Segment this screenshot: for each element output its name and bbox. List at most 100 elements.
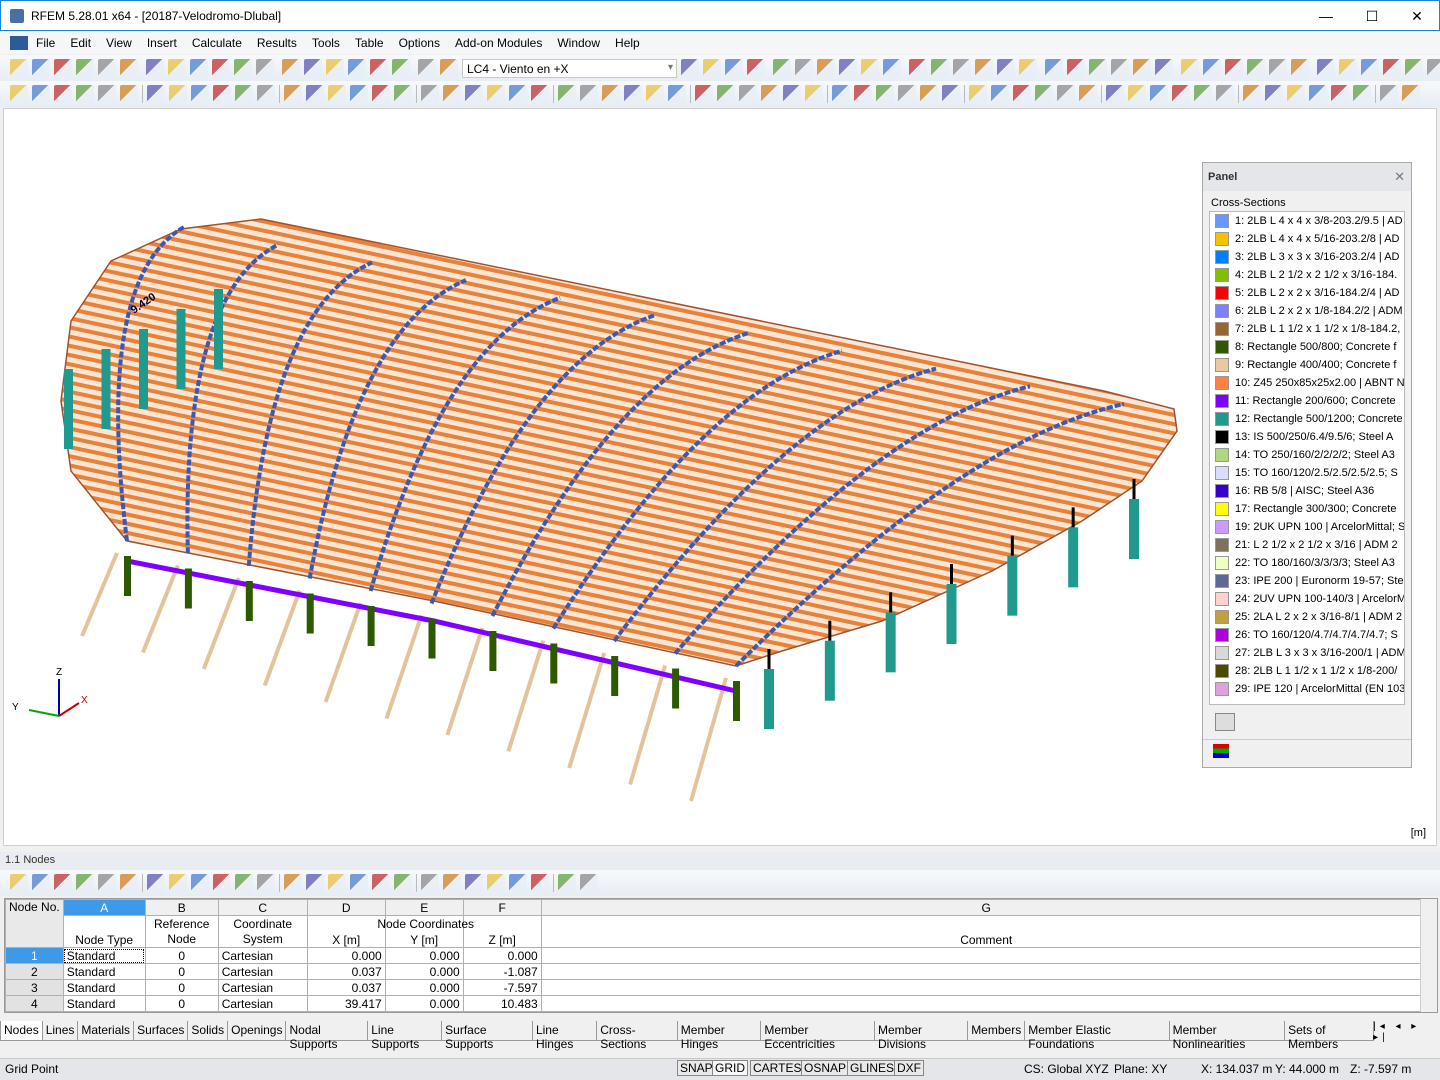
toolbar-button-icon[interactable] [213, 85, 231, 103]
toolbar-button-icon[interactable] [1309, 85, 1327, 103]
toolbar-button-icon[interactable] [1019, 59, 1037, 77]
toolbar-button-icon[interactable] [1291, 59, 1309, 77]
toolbar-button-icon[interactable] [602, 85, 620, 103]
column-letter-f[interactable]: F [463, 900, 541, 916]
node-type-cell[interactable]: Standard [63, 964, 145, 980]
menu-table[interactable]: Table [355, 36, 384, 50]
toolbar-button-icon[interactable] [328, 874, 346, 892]
toolbar-button-icon[interactable] [212, 59, 230, 77]
panel-close-button[interactable]: ✕ [1394, 169, 1405, 185]
toolbar-button-icon[interactable] [440, 59, 458, 77]
z-cell[interactable]: -1.087 [463, 964, 541, 980]
toolbar-button-icon[interactable] [783, 85, 801, 103]
comment-cell[interactable] [541, 964, 1431, 980]
tab-member-nonlinearities[interactable]: Member Nonlinearities [1169, 1021, 1285, 1041]
toolbar-button-icon[interactable] [695, 85, 713, 103]
toolbar-button-icon[interactable] [328, 85, 346, 103]
toolbar-button-icon[interactable] [795, 59, 813, 77]
toolbar-button-icon[interactable] [839, 59, 857, 77]
menu-tools[interactable]: Tools [312, 36, 340, 50]
toolbar-button-icon[interactable] [190, 59, 208, 77]
toolbar-button-icon[interactable] [1265, 85, 1283, 103]
coordinate-system-cell[interactable]: Cartesian [218, 996, 307, 1012]
row-number[interactable]: 3 [6, 980, 64, 996]
y-cell[interactable]: 0.000 [385, 948, 463, 964]
cross-section-item[interactable]: 25: 2LA L 2 x 2 x 3/16-8/1 | ADM 2 [1210, 608, 1404, 626]
toolbar-button-icon[interactable] [920, 85, 938, 103]
toolbar-button-icon[interactable] [1067, 59, 1085, 77]
toolbar-button-icon[interactable] [191, 85, 209, 103]
toolbar-button-icon[interactable] [854, 85, 872, 103]
toolbar-button-icon[interactable] [487, 874, 505, 892]
tab-member-hinges[interactable]: Member Hinges [677, 1021, 762, 1041]
toolbar-button-icon[interactable] [1269, 59, 1287, 77]
toolbar-button-icon[interactable] [668, 85, 686, 103]
toolbar-button-icon[interactable] [418, 59, 436, 77]
cross-section-item[interactable]: 1: 2LB L 4 x 4 x 3/8-203.2/9.5 | AD [1210, 212, 1404, 230]
cross-section-item[interactable]: 3: 2LB L 3 x 3 x 3/16-203.2/4 | AD [1210, 248, 1404, 266]
toolbar-button-icon[interactable] [394, 874, 412, 892]
tab-scroll-buttons[interactable]: |◂ ◂ ▸ ▸| [1373, 1021, 1436, 1041]
reference-node-cell[interactable]: 0 [145, 964, 218, 980]
toolbar-button-icon[interactable] [120, 874, 138, 892]
toolbar-button-icon[interactable] [1194, 85, 1212, 103]
toolbar-button-icon[interactable] [580, 85, 598, 103]
coordinate-system-cell[interactable]: Cartesian [218, 948, 307, 964]
tab-member-divisions[interactable]: Member Divisions [874, 1021, 968, 1041]
toolbar-button-icon[interactable] [370, 59, 388, 77]
toolbar-button-icon[interactable] [235, 874, 253, 892]
column-letter-b[interactable]: B [145, 900, 218, 916]
toolbar-button-icon[interactable] [1203, 59, 1221, 77]
comment-cell[interactable] [541, 980, 1431, 996]
toolbar-button-icon[interactable] [304, 59, 322, 77]
toolbar-button-icon[interactable] [1172, 85, 1190, 103]
tab-openings[interactable]: Openings [227, 1021, 286, 1041]
toolbar-button-icon[interactable] [372, 874, 390, 892]
coordinate-system-cell[interactable]: Cartesian [218, 980, 307, 996]
tab-member-eccentricities[interactable]: Member Eccentricities [760, 1021, 875, 1041]
y-cell[interactable]: 0.000 [385, 964, 463, 980]
menu-help[interactable]: Help [615, 36, 640, 50]
reference-node-cell[interactable]: 0 [145, 996, 218, 1012]
cartes-toggle[interactable]: CARTES [750, 1060, 804, 1076]
toolbar-button-icon[interactable] [1106, 85, 1124, 103]
toolbar-button-icon[interactable] [531, 85, 549, 103]
toolbar-button-icon[interactable] [235, 85, 253, 103]
y-cell[interactable]: 0.000 [385, 980, 463, 996]
toolbar-button-icon[interactable] [256, 59, 274, 77]
toolbar-button-icon[interactable] [1128, 85, 1146, 103]
comment-cell[interactable] [541, 948, 1431, 964]
cross-section-item[interactable]: 15: TO 160/120/2.5/2.5/2.5/2.5; S [1210, 464, 1404, 482]
table-row[interactable]: 3 Standard 0 Cartesian 0.037 0.000 -7.59… [6, 980, 1432, 996]
toolbar-button-icon[interactable] [1079, 85, 1097, 103]
toolbar-button-icon[interactable] [942, 85, 960, 103]
maximize-button[interactable]: ☐ [1349, 1, 1395, 31]
toolbar-button-icon[interactable] [509, 85, 527, 103]
toolbar-button-icon[interactable] [282, 59, 300, 77]
toolbar-button-icon[interactable] [1181, 59, 1199, 77]
menu-addon-modules[interactable]: Add-on Modules [455, 36, 542, 50]
node-type-cell[interactable]: Standard [63, 996, 145, 1012]
toolbar-button-icon[interactable] [747, 59, 765, 77]
menu-edit[interactable]: Edit [70, 36, 91, 50]
toolbar-button-icon[interactable] [213, 874, 231, 892]
toolbar-button-icon[interactable] [98, 59, 116, 77]
toolbar-button-icon[interactable] [487, 85, 505, 103]
tab-surfaces[interactable]: Surfaces [133, 1021, 188, 1041]
tab-cross-sections[interactable]: Cross-Sections [596, 1021, 678, 1041]
toolbar-button-icon[interactable] [1427, 59, 1440, 77]
toolbar-button-icon[interactable] [931, 59, 949, 77]
grid-toggle[interactable]: GRID [712, 1060, 748, 1076]
node-type-cell[interactable]: Standard [63, 980, 145, 996]
column-letter-e[interactable]: E [385, 900, 463, 916]
tab-nodal-supports[interactable]: Nodal Supports [285, 1021, 368, 1041]
toolbar-button-icon[interactable] [146, 59, 164, 77]
toolbar-button-icon[interactable] [10, 59, 28, 77]
coordinate-system-cell[interactable]: Cartesian [218, 964, 307, 980]
toolbar-button-icon[interactable] [909, 59, 927, 77]
tab-sets-of-members[interactable]: Sets of Members [1284, 1021, 1374, 1041]
toolbar-button-icon[interactable] [168, 59, 186, 77]
toolbar-button-icon[interactable] [1225, 59, 1243, 77]
toolbar-button-icon[interactable] [350, 874, 368, 892]
toolbar-button-icon[interactable] [883, 59, 901, 77]
